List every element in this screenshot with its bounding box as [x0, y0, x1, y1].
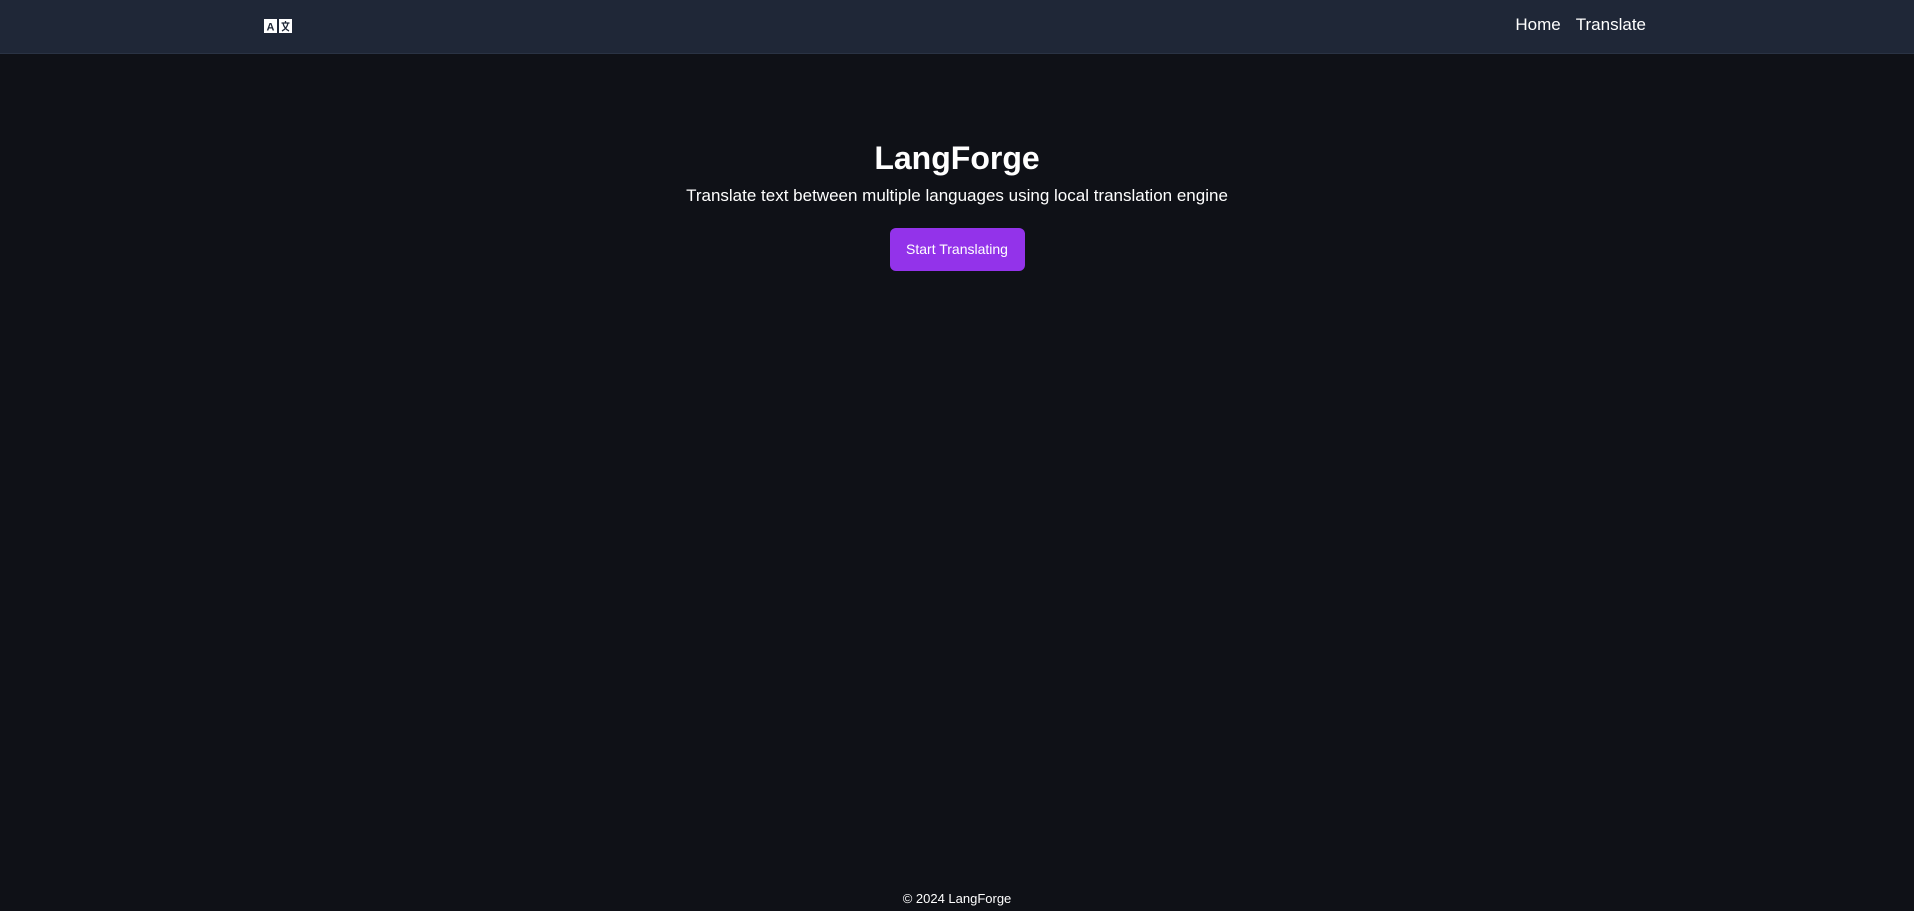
nav-links: Home Translate	[1515, 0, 1646, 50]
nav-link-translate[interactable]: Translate	[1576, 15, 1646, 35]
page-title: LangForge	[874, 140, 1040, 176]
page-subtitle: Translate text between multiple language…	[686, 186, 1228, 205]
footer: © 2024 LangForge	[0, 891, 1914, 906]
svg-text:A: A	[267, 21, 275, 33]
nav-link-home[interactable]: Home	[1515, 15, 1560, 35]
footer-copyright: © 2024 LangForge	[902, 891, 1012, 906]
translate-icon: A	[264, 18, 292, 33]
start-translating-button[interactable]: Start Translating	[889, 228, 1025, 271]
navbar: A Home Translate	[0, 0, 1914, 54]
logo-link[interactable]: A	[264, 18, 292, 33]
hero-section: LangForge Translate text between multipl…	[0, 136, 1914, 271]
